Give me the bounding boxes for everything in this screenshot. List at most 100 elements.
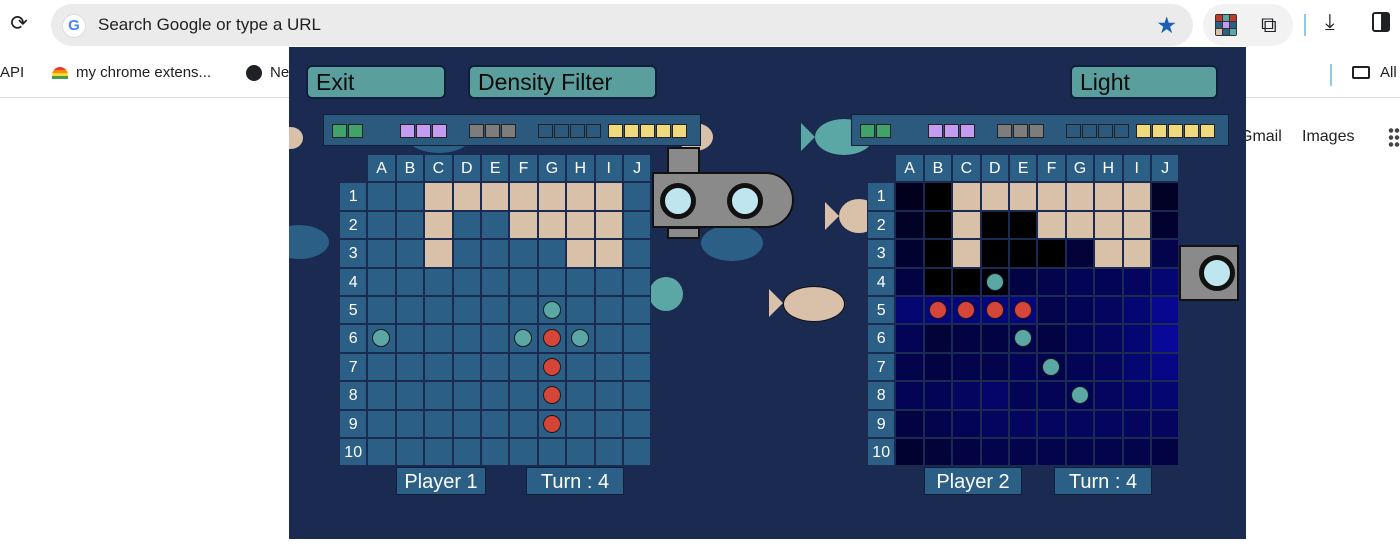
extensions-puzzle-icon[interactable]: ⧉ — [1261, 12, 1277, 38]
reload-icon[interactable]: ⟳ — [8, 12, 30, 36]
player2-cell-H7[interactable] — [1094, 352, 1123, 382]
address-bar-placeholder[interactable]: Search Google or type a URL — [98, 15, 321, 35]
player2-cell-E6[interactable] — [1008, 324, 1038, 353]
player2-cell-C3[interactable] — [952, 239, 981, 268]
player1-cell-D9[interactable] — [452, 409, 481, 438]
exit-button[interactable]: Exit — [306, 65, 446, 99]
player2-cell-I10[interactable] — [1122, 437, 1151, 467]
player1-cell-C6[interactable] — [424, 324, 453, 353]
side-panel-icon[interactable] — [1372, 12, 1390, 32]
player2-cell-A4[interactable] — [895, 267, 924, 296]
player2-cell-D8[interactable] — [980, 381, 1009, 410]
player2-cell-F3[interactable] — [1037, 239, 1066, 268]
player2-cell-B2[interactable] — [923, 210, 953, 240]
player1-cell-B5[interactable] — [395, 295, 425, 325]
player2-cell-I9[interactable] — [1122, 409, 1151, 438]
images-link[interactable]: Images — [1302, 128, 1354, 146]
player2-cell-C1[interactable] — [952, 182, 981, 211]
player1-cell-H6[interactable] — [566, 324, 595, 353]
player1-cell-B10[interactable] — [395, 437, 425, 467]
player1-cell-D4[interactable] — [452, 267, 481, 296]
player1-cell-G5[interactable] — [537, 295, 567, 325]
player2-cell-D2[interactable] — [980, 210, 1009, 240]
player2-cell-A5[interactable] — [895, 295, 924, 325]
player1-cell-D10[interactable] — [452, 437, 481, 467]
player1-cell-F3[interactable] — [509, 239, 538, 268]
player1-cell-D7[interactable] — [452, 352, 481, 382]
player2-cell-F10[interactable] — [1037, 437, 1066, 467]
player1-cell-A3[interactable] — [367, 239, 396, 268]
player2-cell-D7[interactable] — [980, 352, 1009, 382]
player2-cell-H2[interactable] — [1094, 210, 1123, 240]
player2-cell-B7[interactable] — [923, 352, 953, 382]
player1-cell-F5[interactable] — [509, 295, 538, 325]
player2-cell-G8[interactable] — [1065, 381, 1095, 410]
player1-cell-D6[interactable] — [452, 324, 481, 353]
player2-cell-A10[interactable] — [895, 437, 924, 467]
player2-cell-E10[interactable] — [1008, 437, 1038, 467]
player2-cell-D1[interactable] — [980, 182, 1009, 211]
player1-cell-H1[interactable] — [566, 182, 595, 211]
player2-cell-B10[interactable] — [923, 437, 953, 467]
player2-cell-D3[interactable] — [980, 239, 1009, 268]
player1-cell-E6[interactable] — [480, 324, 510, 353]
player2-cell-J8[interactable] — [1150, 381, 1180, 410]
player2-cell-B3[interactable] — [923, 239, 953, 268]
player1-cell-H2[interactable] — [566, 210, 595, 240]
player2-cell-J2[interactable] — [1150, 210, 1180, 240]
player2-cell-C2[interactable] — [952, 210, 981, 240]
player1-cell-C9[interactable] — [424, 409, 453, 438]
player2-cell-I6[interactable] — [1122, 324, 1151, 353]
player2-cell-I7[interactable] — [1122, 352, 1151, 382]
player1-cell-D3[interactable] — [452, 239, 481, 268]
player2-cell-D5[interactable] — [980, 295, 1009, 325]
player1-cell-E8[interactable] — [480, 381, 510, 410]
player1-cell-J1[interactable] — [622, 182, 652, 211]
player1-cell-J6[interactable] — [622, 324, 652, 353]
player1-cell-C2[interactable] — [424, 210, 453, 240]
player2-cell-G5[interactable] — [1065, 295, 1095, 325]
player2-cell-D4[interactable] — [980, 267, 1009, 296]
player2-cell-B1[interactable] — [923, 182, 953, 211]
player1-cell-F8[interactable] — [509, 381, 538, 410]
player1-cell-A8[interactable] — [367, 381, 396, 410]
player1-cell-F1[interactable] — [509, 182, 538, 211]
player2-cell-G7[interactable] — [1065, 352, 1095, 382]
player2-cell-I1[interactable] — [1122, 182, 1151, 211]
player2-cell-B5[interactable] — [923, 295, 953, 325]
player1-cell-C3[interactable] — [424, 239, 453, 268]
player2-cell-J5[interactable] — [1150, 295, 1180, 325]
light-mode-button[interactable]: Light — [1070, 65, 1218, 99]
player1-cell-A9[interactable] — [367, 409, 396, 438]
density-filter-button[interactable]: Density Filter — [468, 65, 657, 99]
player1-cell-I5[interactable] — [594, 295, 623, 325]
player2-cell-J7[interactable] — [1150, 352, 1180, 382]
player1-cell-D1[interactable] — [452, 182, 481, 211]
player2-cell-I4[interactable] — [1122, 267, 1151, 296]
player2-cell-C7[interactable] — [952, 352, 981, 382]
player2-cell-D9[interactable] — [980, 409, 1009, 438]
player2-cell-D6[interactable] — [980, 324, 1009, 353]
battleship-extension-icon[interactable] — [1215, 14, 1237, 36]
player1-cell-B3[interactable] — [395, 239, 425, 268]
player2-cell-F5[interactable] — [1037, 295, 1066, 325]
player1-cell-B2[interactable] — [395, 210, 425, 240]
player1-cell-J3[interactable] — [622, 239, 652, 268]
player2-cell-B8[interactable] — [923, 381, 953, 410]
player2-cell-E1[interactable] — [1008, 182, 1038, 211]
player1-cell-A2[interactable] — [367, 210, 396, 240]
player2-cell-F9[interactable] — [1037, 409, 1066, 438]
bookmark-api[interactable]: API — [0, 64, 24, 81]
player1-cell-D5[interactable] — [452, 295, 481, 325]
player1-cell-I4[interactable] — [594, 267, 623, 296]
player1-cell-G10[interactable] — [537, 437, 567, 467]
player2-cell-I5[interactable] — [1122, 295, 1151, 325]
bookmark-ne[interactable]: Ne — [246, 64, 289, 82]
player2-cell-F1[interactable] — [1037, 182, 1066, 211]
player1-cell-H9[interactable] — [566, 409, 595, 438]
player2-cell-H6[interactable] — [1094, 324, 1123, 353]
player1-cell-I7[interactable] — [594, 352, 623, 382]
bookmark-star-icon[interactable]: ★ — [1156, 12, 1177, 39]
player2-cell-E9[interactable] — [1008, 409, 1038, 438]
player1-cell-J8[interactable] — [622, 381, 652, 410]
